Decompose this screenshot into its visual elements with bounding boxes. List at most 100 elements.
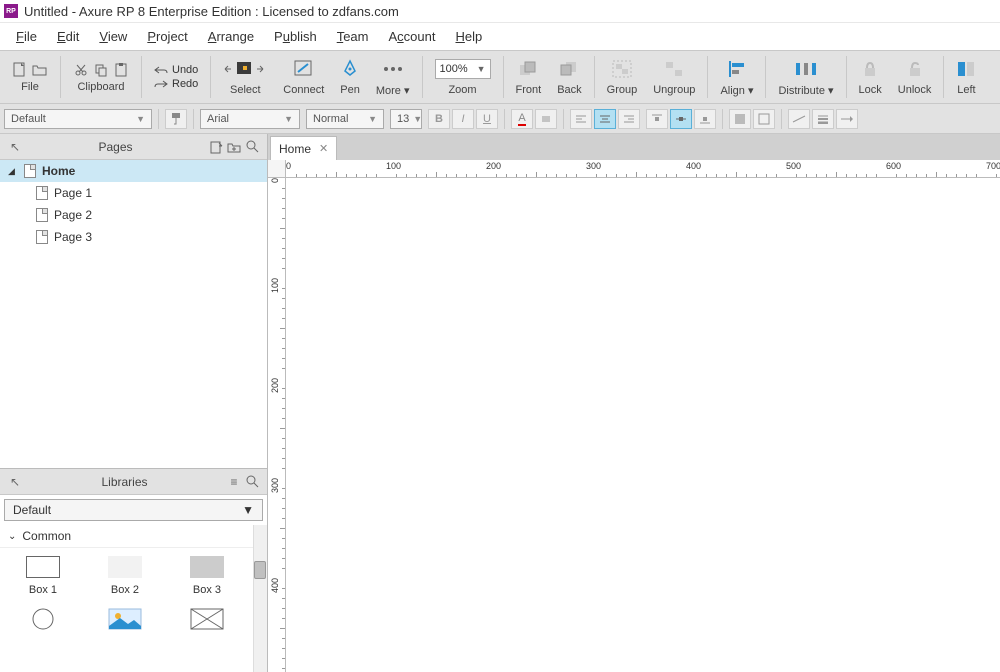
add-folder-button[interactable] [225,138,243,156]
lock-button[interactable]: Lock [851,51,890,103]
valign-middle-button[interactable] [670,109,692,129]
connect-tool[interactable]: Connect [275,51,332,103]
ruler-corner [268,160,286,178]
underline-button[interactable]: U [476,109,498,129]
line-width-button[interactable] [812,109,834,129]
panel-collapse-icon[interactable]: ↖ [6,473,24,491]
tree-item-home[interactable]: ◢ Home [0,160,267,182]
menu-file[interactable]: File [6,25,47,48]
group-button[interactable]: Group [599,51,646,103]
library-menu-button[interactable]: ≡ [225,473,243,491]
separator [781,109,782,129]
library-scrollbar[interactable] [253,525,267,672]
pages-panel: ↖ Pages ◢ Home Page 1 Page 2 [0,134,267,468]
copy-icon[interactable] [93,61,109,79]
separator [504,109,505,129]
libraries-panel-header: ↖ Libraries ≡ [0,469,267,495]
widget-placeholder[interactable] [168,608,246,636]
cut-icon[interactable] [73,61,89,79]
align-right-button[interactable] [618,109,640,129]
align-button[interactable]: Align ▾ [712,51,761,103]
menu-project[interactable]: Project [137,25,197,48]
menu-view[interactable]: View [89,25,137,48]
unlock-button[interactable]: Unlock [890,51,940,103]
menu-account[interactable]: Account [379,25,446,48]
tb-file-group[interactable]: File [4,51,56,103]
tree-item-page3[interactable]: Page 3 [0,226,267,248]
more-button[interactable]: More ▾ [368,51,418,103]
tree-item-page1[interactable]: Page 1 [0,182,267,204]
new-file-icon[interactable] [12,61,28,79]
separator [210,56,211,98]
arrow-style-button[interactable] [836,109,858,129]
tab-home[interactable]: Home ✕ [270,136,337,160]
more-text-options[interactable] [535,109,557,129]
app-icon: RP [4,4,18,18]
format-painter-button[interactable] [165,109,187,129]
zoom-control[interactable]: 100%▼ Zoom [427,51,499,103]
separator [60,56,61,98]
widget-box2[interactable]: Box 2 [86,556,164,596]
titlebar: RP Untitled - Axure RP 8 Enterprise Edit… [0,0,1000,22]
ruler-vertical[interactable]: 0100200300400 [268,178,286,672]
caret-down-icon: ▼ [284,114,293,124]
menu-team[interactable]: Team [327,25,379,48]
tree-item-page2[interactable]: Page 2 [0,204,267,226]
align-left-button[interactable] [570,109,592,129]
library-scroll-thumb[interactable] [254,561,266,579]
font-size-dropdown[interactable]: 13▼ [390,109,422,129]
widget-box1[interactable]: Box 1 [4,556,82,596]
caret-down-icon: ▼ [413,114,422,124]
page-name: Home [42,164,75,178]
paste-icon[interactable] [113,61,129,79]
menu-publish[interactable]: Publish [264,25,327,48]
redo-button[interactable]: Redo [154,78,198,90]
menu-help[interactable]: Help [445,25,492,48]
select-tool[interactable]: Select [215,51,275,103]
fill-color-button[interactable] [729,109,751,129]
back-button[interactable]: Back [549,51,589,103]
left-button[interactable]: Left [948,51,984,103]
panel-collapse-icon[interactable]: ↖ [6,138,24,156]
page-icon [36,208,48,222]
valign-top-button[interactable] [646,109,668,129]
add-page-button[interactable] [207,138,225,156]
library-select-dropdown[interactable]: Default▼ [4,499,263,521]
line-style-button[interactable] [788,109,810,129]
align-center-button[interactable] [594,109,616,129]
left-panels: ↖ Pages ◢ Home Page 1 Page 2 [0,134,268,672]
zoom-select[interactable]: 100%▼ [435,59,491,79]
expand-arrow-icon[interactable]: ◢ [8,166,18,177]
front-button[interactable]: Front [508,51,550,103]
page-name: Page 1 [54,186,92,200]
bold-button[interactable]: B [428,109,450,129]
undo-button[interactable]: Undo [154,64,198,76]
ungroup-button[interactable]: Ungroup [645,51,703,103]
line-color-button[interactable] [753,109,775,129]
search-pages-button[interactable] [243,138,261,156]
widget-image[interactable] [86,608,164,636]
canvas[interactable] [286,178,1000,672]
font-weight-dropdown[interactable]: Normal▼ [306,109,384,129]
italic-button[interactable]: I [452,109,474,129]
open-file-icon[interactable] [32,61,48,79]
font-dropdown[interactable]: Arial▼ [200,109,300,129]
tb-clipboard-group[interactable]: Clipboard [65,51,137,103]
distribute-button[interactable]: Distribute ▾ [770,51,841,103]
widget-ellipse[interactable] [4,608,82,636]
separator [563,109,564,129]
tb-clipboard-label: Clipboard [77,81,124,93]
valign-bottom-button[interactable] [694,109,716,129]
style-dropdown[interactable]: Default▼ [4,109,152,129]
search-libraries-button[interactable] [243,473,261,491]
text-color-button[interactable]: A [511,109,533,129]
ruler-horizontal[interactable]: 0100200300400500600700 [286,160,1000,178]
library-section-common[interactable]: ⌄ Common [0,525,267,548]
menu-arrange[interactable]: Arrange [198,25,264,48]
close-tab-icon[interactable]: ✕ [319,142,328,155]
toolbar-main: File Clipboard Undo Redo Select Connect … [0,50,1000,104]
widget-box3[interactable]: Box 3 [168,556,246,596]
chevron-down-icon: ⌄ [8,531,16,542]
menu-edit[interactable]: Edit [47,25,89,48]
pen-tool[interactable]: Pen [332,51,368,103]
